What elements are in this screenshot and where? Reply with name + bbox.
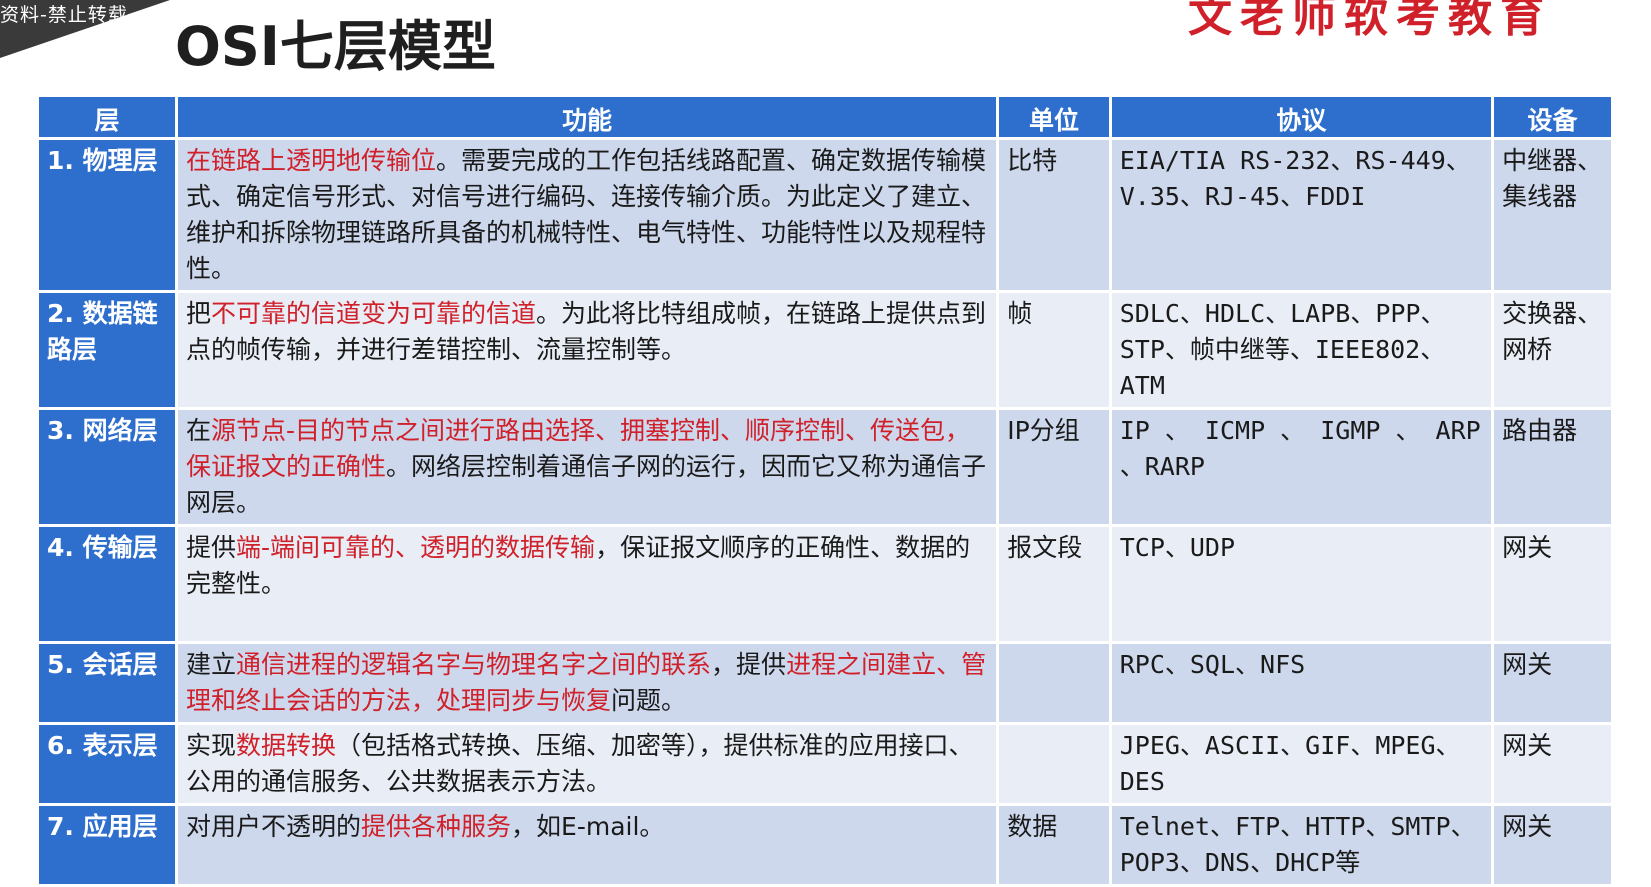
header-unit: 单位 [999,97,1109,137]
layer-name: 7. 应用层 [39,806,176,884]
function-cell: 在源节点-目的节点之间进行路由选择、拥塞控制、顺序控制、传送包，保证报文的正确性… [178,410,997,524]
table-row: 4. 传输层 提供端-端间可靠的、透明的数据传输，保证报文顺序的正确性、数据的完… [39,527,1611,641]
function-cell: 把不可靠的信道变为可靠的信道。为此将比特组成帧，在链路上提供点到点的帧传输，并进… [178,293,997,407]
layer-name: 1. 物理层 [39,140,176,290]
layer-name: 2. 数据链路层 [39,293,176,407]
protocol-cell: Telnet、FTP、HTTP、SMTP、POP3、DNS、DHCP等 [1111,806,1492,884]
header-device: 设备 [1494,97,1611,137]
function-highlight: 通信进程的逻辑名字与物理名字之间的联系 [236,650,712,679]
layer-name: 3. 网络层 [39,410,176,524]
function-text: ，提供 [711,650,787,679]
function-text: 对用户不透明的 [186,812,362,841]
watermark-text: 资料-禁止转载 [0,4,128,26]
function-highlight: 提供各种服务 [361,812,512,841]
layer-name: 5. 会话层 [39,644,176,722]
device-cell: 网关 [1494,806,1611,884]
function-highlight: 不可靠的信道变为可靠的信道 [211,299,537,328]
function-text: ，如E-mail。 [511,812,665,841]
device-cell: 交换器、网桥 [1494,293,1611,407]
header-protocol: 协议 [1111,97,1492,137]
table-row: 1. 物理层 在链路上透明地传输位。需要完成的工作包括线路配置、确定数据传输模式… [39,140,1611,290]
device-cell: 网关 [1494,725,1611,803]
function-cell: 对用户不透明的提供各种服务，如E-mail。 [178,806,997,884]
function-text: 实现 [186,731,237,760]
layer-name: 6. 表示层 [39,725,176,803]
function-highlight: 在链路上透明地传输位 [186,146,437,175]
device-cell: 中继器、集线器 [1494,140,1611,290]
osi-model-table: 层 功能 单位 协议 设备 1. 物理层 在链路上透明地传输位。需要完成的工作包… [36,94,1614,887]
function-cell: 实现数据转换（包括格式转换、压缩、加密等），提供标准的应用接口、公用的通信服务、… [178,725,997,803]
table-row: 5. 会话层 建立通信进程的逻辑名字与物理名字之间的联系，提供进程之间建立、管理… [39,644,1611,722]
layer-name: 4. 传输层 [39,527,176,641]
header-function: 功能 [178,97,997,137]
function-highlight: 数据转换 [236,731,337,760]
unit-cell: 报文段 [999,527,1109,641]
table-header-row: 层 功能 单位 协议 设备 [39,97,1611,137]
function-cell: 在链路上透明地传输位。需要完成的工作包括线路配置、确定数据传输模式、确定信号形式… [178,140,997,290]
protocol-cell: EIA/TIA RS-232、RS-449、V.35、RJ-45、FDDI [1111,140,1492,290]
function-text: 问题。 [611,686,687,715]
function-text: 把 [186,299,212,328]
unit-cell: 比特 [999,140,1109,290]
table-row: 7. 应用层 对用户不透明的提供各种服务，如E-mail。 数据 Telnet、… [39,806,1611,884]
function-text: 在 [186,416,212,445]
unit-cell: 帧 [999,293,1109,407]
brand-logo-text: 文老师软考教育 [1188,0,1552,42]
function-text: 建立 [186,650,237,679]
unit-cell: 数据 [999,806,1109,884]
unit-cell: IP分组 [999,410,1109,524]
device-cell: 网关 [1494,644,1611,722]
page-title: OSI七层模型 [175,15,496,78]
table-row: 2. 数据链路层 把不可靠的信道变为可靠的信道。为此将比特组成帧，在链路上提供点… [39,293,1611,407]
function-cell: 建立通信进程的逻辑名字与物理名字之间的联系，提供进程之间建立、管理和终止会话的方… [178,644,997,722]
protocol-cell: JPEG、ASCII、GIF、MPEG、DES [1111,725,1492,803]
table-row: 6. 表示层 实现数据转换（包括格式转换、压缩、加密等），提供标准的应用接口、公… [39,725,1611,803]
table-row: 3. 网络层 在源节点-目的节点之间进行路由选择、拥塞控制、顺序控制、传送包，保… [39,410,1611,524]
protocol-cell: RPC、SQL、NFS [1111,644,1492,722]
function-text: 提供 [186,533,237,562]
protocol-cell: SDLC、HDLC、LAPB、PPP、STP、帧中继等、IEEE802、ATM [1111,293,1492,407]
protocol-cell: TCP、UDP [1111,527,1492,641]
device-cell: 网关 [1494,527,1611,641]
function-highlight: 端-端间可靠的、透明的数据传输 [236,533,596,562]
protocol-cell: IP 、 ICMP 、 IGMP 、 ARP 、RARP [1111,410,1492,524]
function-cell: 提供端-端间可靠的、透明的数据传输，保证报文顺序的正确性、数据的完整性。 [178,527,997,641]
header-layer: 层 [39,97,176,137]
device-cell: 路由器 [1494,410,1611,524]
unit-cell [999,725,1109,803]
unit-cell [999,644,1109,722]
